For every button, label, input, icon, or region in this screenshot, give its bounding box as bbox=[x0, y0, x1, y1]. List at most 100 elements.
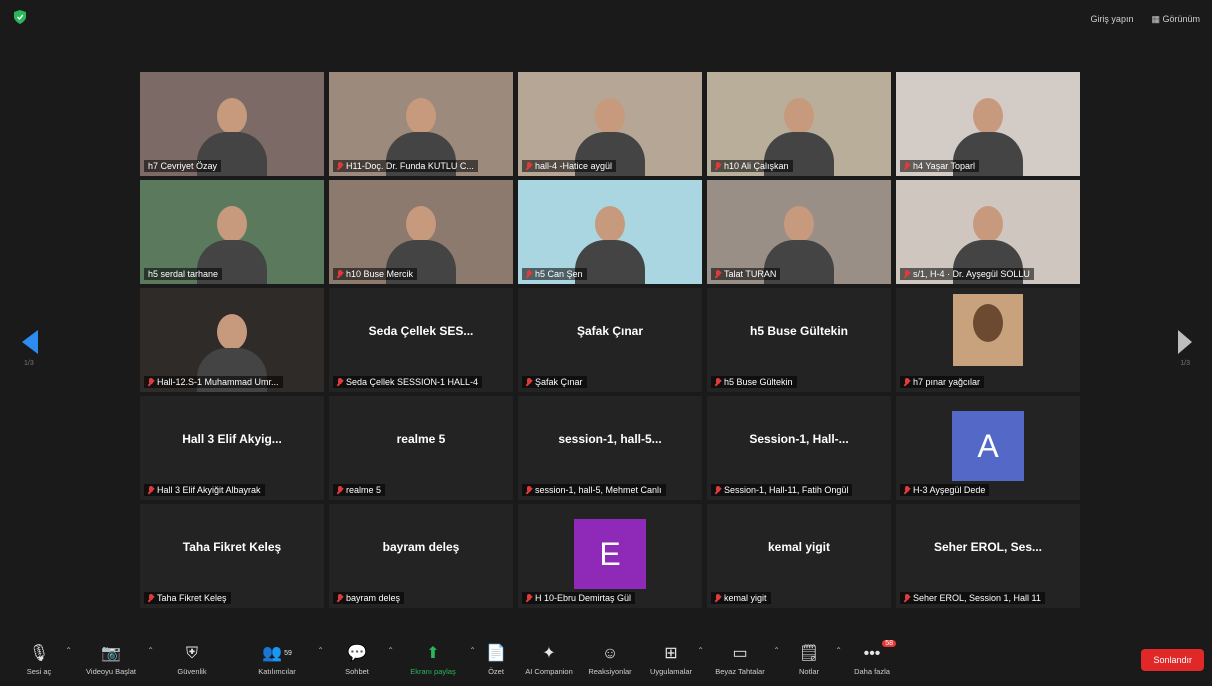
ai-companion-button[interactable]: ✦ AI Companion bbox=[518, 636, 580, 684]
share-screen-button[interactable]: ⬆ ⌃ Ekranı paylaş bbox=[392, 636, 476, 684]
notes-button[interactable]: 🗒 ⌃ Notlar bbox=[778, 636, 842, 684]
microphone-muted-icon bbox=[337, 161, 343, 171]
participant-name-label: h10 Buse Mercik bbox=[333, 268, 418, 280]
participant-tile[interactable]: kemal yigit kemal yigit bbox=[707, 504, 891, 608]
participant-name-text: kemal yigit bbox=[724, 593, 767, 603]
participant-tile[interactable]: h10 Buse Mercik bbox=[329, 180, 513, 284]
participant-display-name: Seher EROL, Ses... bbox=[933, 540, 1043, 554]
security-button[interactable]: ⛨ Güvenlik bbox=[152, 636, 232, 684]
whiteboard-icon: ▭ bbox=[732, 645, 748, 662]
microphone-muted-icon: 🎙 bbox=[28, 645, 50, 662]
unmute-label: Sesi aç bbox=[26, 667, 52, 676]
participants-button[interactable]: 👥 59 ⌃ Katılımcılar bbox=[232, 636, 324, 684]
participant-name-text: Taha Fikret Keleş bbox=[157, 593, 227, 603]
participant-video bbox=[953, 206, 1023, 284]
sparkle-icon: ✦ bbox=[542, 645, 556, 662]
participant-tile[interactable]: realme 5 realme 5 bbox=[329, 396, 513, 500]
participant-video bbox=[764, 98, 834, 176]
participant-tile[interactable]: Talat TURAN bbox=[707, 180, 891, 284]
participant-tile[interactable]: Taha Fikret Keleş Taha Fikret Keleş bbox=[140, 504, 324, 608]
participant-tile[interactable]: Seher EROL, Ses... Seher EROL, Session 1,… bbox=[896, 504, 1080, 608]
participant-name-text: h5 Buse Gültekin bbox=[724, 377, 793, 387]
participant-tile[interactable]: Hall 3 Elif Akyig... Hall 3 Elif Akyiğit … bbox=[140, 396, 324, 500]
participant-display-name: Seda Çellek SES... bbox=[368, 324, 474, 338]
participant-tile[interactable]: Hall-12.S-1 Muhammad Umr... bbox=[140, 288, 324, 392]
participant-display-name: Hall 3 Elif Akyig... bbox=[182, 432, 282, 446]
participant-tile[interactable]: A H-3 Ayşegül Dede bbox=[896, 396, 1080, 500]
microphone-muted-icon bbox=[526, 485, 532, 495]
reactions-label: Reaksiyonlar bbox=[588, 667, 632, 676]
participants-count: 59 bbox=[284, 650, 292, 657]
microphone-muted-icon bbox=[715, 269, 721, 279]
apps-grid-icon: ⊞ bbox=[664, 645, 678, 662]
microphone-muted-icon bbox=[526, 161, 532, 171]
participant-tile[interactable]: h4 Yaşar Toparl bbox=[896, 72, 1080, 176]
participant-name-label: Taha Fikret Keleş bbox=[144, 592, 231, 604]
video-camera-off-icon: 📷 bbox=[101, 645, 121, 662]
participant-name-label: h7 pınar yağcılar bbox=[900, 376, 985, 388]
participant-tile[interactable]: h7 Cevriyet Özay bbox=[140, 72, 324, 176]
share-screen-icon: ⬆ bbox=[426, 645, 440, 662]
participant-tile[interactable]: bayram deleş bayram deleş bbox=[329, 504, 513, 608]
participant-name-text: Seda Çellek SESSION-1 HALL-4 bbox=[346, 377, 479, 387]
end-meeting-button[interactable]: Sonlandır bbox=[1141, 649, 1204, 671]
ai-companion-label: AI Companion bbox=[525, 667, 573, 676]
participant-tile[interactable]: session-1, hall-5... session-1, hall-5, M… bbox=[518, 396, 702, 500]
participant-name-label: Şafak Çınar bbox=[522, 376, 587, 388]
next-page-arrow-icon[interactable] bbox=[1178, 330, 1192, 354]
participant-tile[interactable]: h7 pınar yağcılar bbox=[896, 288, 1080, 392]
participant-name-label: h5 Buse Gültekin bbox=[711, 376, 797, 388]
microphone-muted-icon bbox=[904, 593, 910, 603]
meeting-toolbar: 🎙 ⌃ Sesi aç 📷 ⌃ Videoyu Başlat ⛨ Güvenli… bbox=[0, 634, 1212, 686]
chat-button[interactable]: 💬 ⌃ Sohbet bbox=[322, 636, 394, 684]
start-video-button[interactable]: 📷 ⌃ Videoyu Başlat bbox=[70, 636, 154, 684]
participant-tile[interactable]: H11-Doç. Dr. Funda KUTLU C... bbox=[329, 72, 513, 176]
microphone-muted-icon bbox=[904, 269, 910, 279]
participant-video bbox=[575, 98, 645, 176]
participant-name-label: s/1, H-4 · Dr. Ayşegül SOLLU bbox=[900, 268, 1034, 280]
participant-tile[interactable]: E H 10-Ebru Demirtaş Gül bbox=[518, 504, 702, 608]
apps-button[interactable]: ⊞ ⌃ Uygulamalar bbox=[640, 636, 704, 684]
participant-name-text: Şafak Çınar bbox=[535, 377, 583, 387]
participant-display-name: bayram deleş bbox=[382, 540, 460, 554]
participant-tile[interactable]: h5 Buse Gültekin h5 Buse Gültekin bbox=[707, 288, 891, 392]
page-indicator-right: 1/3 bbox=[1180, 360, 1190, 367]
participant-display-name: h5 Buse Gültekin bbox=[749, 324, 849, 338]
notes-label: Notlar bbox=[798, 667, 819, 676]
unmute-button[interactable]: 🎙 ⌃ Sesi aç bbox=[8, 636, 72, 684]
participant-name-text: session-1, hall-5, Mehmet Canlı bbox=[535, 485, 662, 495]
participant-tile[interactable]: hall-4 -Hatice aygül bbox=[518, 72, 702, 176]
participant-tile[interactable]: h5 Can Şen bbox=[518, 180, 702, 284]
participant-name-text: h5 serdal tarhane bbox=[148, 269, 219, 279]
emoji-icon: ☺ bbox=[601, 645, 619, 662]
summary-button[interactable]: 📄 Özet bbox=[474, 636, 518, 684]
view-button[interactable]: ▦ Görünüm bbox=[1151, 14, 1200, 25]
microphone-muted-icon bbox=[904, 485, 910, 495]
reactions-button[interactable]: ☺ Reaksiyonlar bbox=[580, 636, 640, 684]
avatar: E bbox=[574, 519, 646, 589]
participant-name-text: Seher EROL, Session 1, Hall 11 bbox=[913, 593, 1041, 603]
participant-tile[interactable]: h5 serdal tarhane bbox=[140, 180, 324, 284]
participant-tile[interactable]: Şafak Çınar Şafak Çınar bbox=[518, 288, 702, 392]
participant-name-text: Talat TURAN bbox=[724, 269, 777, 279]
participant-tile[interactable]: Session-1, Hall-... Session-1, Hall-11, F… bbox=[707, 396, 891, 500]
microphone-muted-icon bbox=[715, 485, 721, 495]
microphone-muted-icon bbox=[904, 377, 910, 387]
whiteboard-button[interactable]: ▭ ⌃ Beyaz Tahtalar bbox=[702, 636, 780, 684]
participant-tile[interactable]: s/1, H-4 · Dr. Ayşegül SOLLU bbox=[896, 180, 1080, 284]
microphone-muted-icon bbox=[337, 593, 343, 603]
microphone-muted-icon bbox=[715, 377, 721, 387]
grid-icon: ▦ bbox=[1151, 14, 1163, 24]
more-dots-icon: ••• bbox=[863, 645, 881, 662]
participant-name-text: s/1, H-4 · Dr. Ayşegül SOLLU bbox=[913, 269, 1030, 279]
encryption-shield-icon[interactable] bbox=[14, 10, 26, 24]
participant-tile[interactable]: Seda Çellek SES... Seda Çellek SESSION-1 … bbox=[329, 288, 513, 392]
more-button[interactable]: ••• 58 Daha fazla bbox=[840, 636, 904, 684]
sign-in-link[interactable]: Giriş yapın bbox=[1090, 14, 1133, 25]
microphone-muted-icon bbox=[904, 161, 910, 171]
previous-page-arrow-icon[interactable] bbox=[22, 330, 38, 354]
microphone-muted-icon bbox=[148, 593, 154, 603]
participant-name-label: Seher EROL, Session 1, Hall 11 bbox=[900, 592, 1045, 604]
participant-tile[interactable]: h10 Ali Çalışkan bbox=[707, 72, 891, 176]
participant-name-label: bayram deleş bbox=[333, 592, 405, 604]
